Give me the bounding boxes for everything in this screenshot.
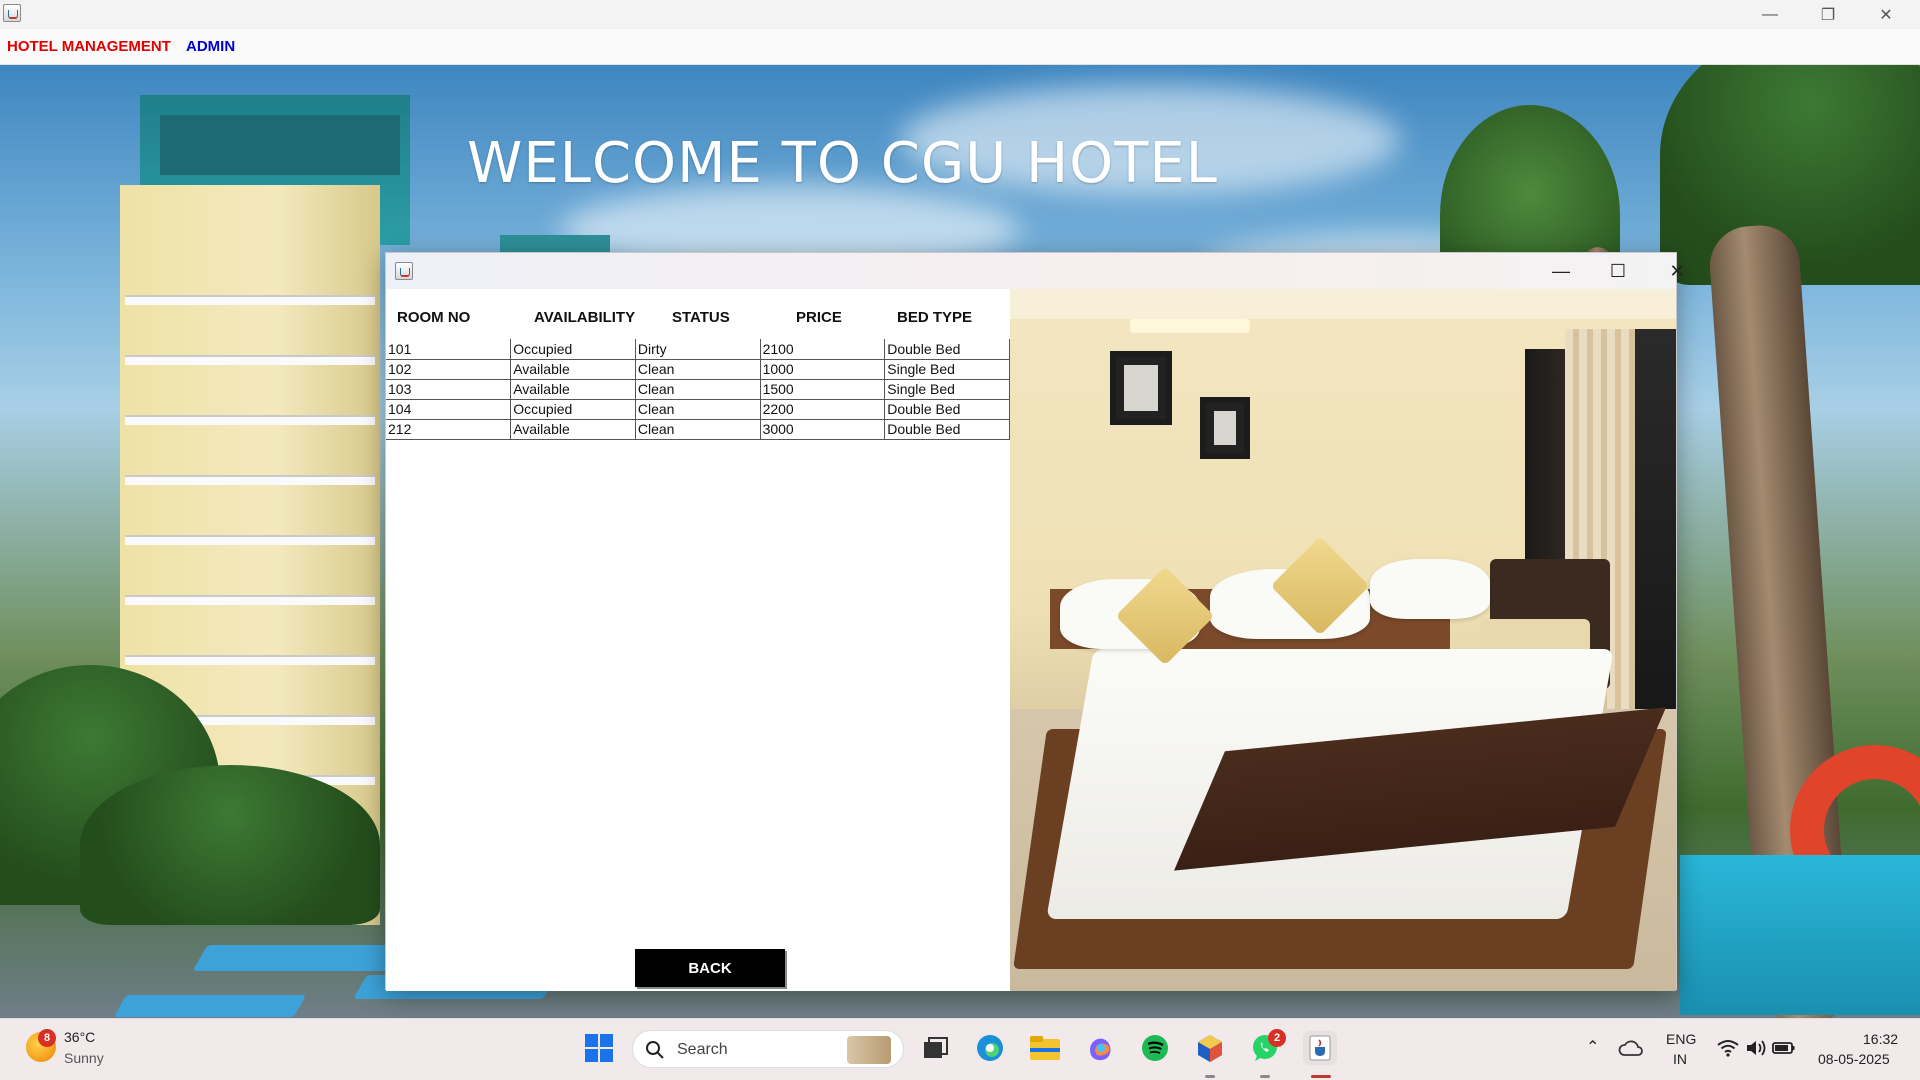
cell-status[interactable]: Clean bbox=[635, 359, 761, 380]
weather-condition[interactable]: Sunny bbox=[64, 1050, 104, 1066]
copilot-icon[interactable] bbox=[1083, 1031, 1117, 1065]
table-row[interactable]: 103 Available Clean 1500 Single Bed bbox=[386, 379, 1010, 400]
taskbar-search-box[interactable]: Search bbox=[632, 1030, 904, 1068]
cell-availability[interactable]: Available bbox=[510, 419, 636, 440]
column-header-availability: AVAILABILITY bbox=[534, 309, 636, 326]
onedrive-icon[interactable] bbox=[1616, 1031, 1646, 1065]
cell-price[interactable]: 3000 bbox=[760, 419, 886, 440]
column-header-price: PRICE bbox=[796, 309, 842, 326]
cell-availability[interactable]: Occupied bbox=[510, 339, 636, 360]
rooms-table-panel: ROOM NO AVAILABILITY STATUS PRICE BED TY… bbox=[386, 289, 1010, 991]
search-icon bbox=[646, 1041, 664, 1059]
cell-bed-type[interactable]: Single Bed bbox=[884, 379, 1010, 400]
back-button[interactable]: BACK bbox=[635, 949, 785, 987]
file-explorer-icon[interactable] bbox=[1028, 1031, 1062, 1065]
menu-admin[interactable]: ADMIN bbox=[186, 38, 235, 55]
cube-app-icon[interactable] bbox=[1193, 1031, 1227, 1065]
cell-bed-type[interactable]: Single Bed bbox=[884, 359, 1010, 380]
battery-icon[interactable] bbox=[1770, 1031, 1798, 1065]
cell-availability[interactable]: Available bbox=[510, 359, 636, 380]
task-view-icon[interactable] bbox=[918, 1031, 952, 1065]
java-app-icon bbox=[395, 262, 413, 280]
close-icon[interactable]: ✕ bbox=[1857, 0, 1915, 29]
edge-browser-icon[interactable] bbox=[973, 1031, 1007, 1065]
windows-start-icon[interactable] bbox=[582, 1031, 616, 1065]
language-line-1[interactable]: ENG bbox=[1666, 1031, 1696, 1047]
table-row[interactable]: 102 Available Clean 1000 Single Bed bbox=[386, 359, 1010, 380]
cell-status[interactable]: Clean bbox=[635, 399, 761, 420]
cell-price[interactable]: 1500 bbox=[760, 379, 886, 400]
room-photo bbox=[1010, 289, 1676, 991]
cell-status[interactable]: Clean bbox=[635, 419, 761, 440]
show-hidden-icons-chevron-icon[interactable]: ⌃ bbox=[1586, 1037, 1599, 1057]
cell-status[interactable]: Dirty bbox=[635, 339, 761, 360]
column-header-room-no: ROOM NO bbox=[397, 309, 471, 326]
spotify-icon[interactable] bbox=[1138, 1031, 1172, 1065]
cell-price[interactable]: 2200 bbox=[760, 399, 886, 420]
cell-room-no[interactable]: 103 bbox=[386, 379, 512, 400]
cell-availability[interactable]: Available bbox=[510, 379, 636, 400]
rooms-dialog: — ☐ ✕ ROOM NO AVAILABILITY STATUS PRICE … bbox=[385, 252, 1685, 991]
maximize-icon[interactable]: ☐ bbox=[1589, 253, 1647, 289]
outer-titlebar: — ❐ ✕ bbox=[0, 0, 1920, 29]
cell-bed-type[interactable]: Double Bed bbox=[884, 339, 1010, 360]
java-taskbar-icon[interactable] bbox=[1303, 1031, 1337, 1065]
cell-room-no[interactable]: 101 bbox=[386, 339, 512, 360]
cell-room-no[interactable]: 104 bbox=[386, 399, 512, 420]
cell-price[interactable]: 1000 bbox=[760, 359, 886, 380]
cell-availability[interactable]: Occupied bbox=[510, 399, 636, 420]
cell-room-no[interactable]: 102 bbox=[386, 359, 512, 380]
search-highlight-icon bbox=[847, 1036, 891, 1064]
language-line-2[interactable]: IN bbox=[1673, 1051, 1687, 1067]
taskbar: 8 36°C Sunny Search 2 ⌃ ENG IN 16:32 08-… bbox=[0, 1018, 1920, 1080]
cell-status[interactable]: Clean bbox=[635, 379, 761, 400]
cell-bed-type[interactable]: Double Bed bbox=[884, 399, 1010, 420]
wifi-icon[interactable] bbox=[1714, 1031, 1742, 1065]
minimize-icon[interactable]: — bbox=[1532, 253, 1590, 289]
dialog-titlebar: — ☐ ✕ bbox=[386, 253, 1685, 289]
cell-room-no[interactable]: 212 bbox=[386, 419, 512, 440]
rooms-table[interactable]: 101 Occupied Dirty 2100 Double Bed 102 Availab… bbox=[386, 339, 1010, 440]
close-icon[interactable]: ✕ bbox=[1648, 253, 1706, 289]
table-row[interactable]: 104 Occupied Clean 2200 Double Bed bbox=[386, 399, 1010, 420]
table-row[interactable]: 101 Occupied Dirty 2100 Double Bed bbox=[386, 339, 1010, 360]
clock-time[interactable]: 16:32 bbox=[1863, 1031, 1898, 1047]
menu-bar: HOTEL MANAGEMENT ADMIN bbox=[0, 29, 1920, 65]
volume-icon[interactable] bbox=[1742, 1031, 1770, 1065]
menu-hotel-management[interactable]: HOTEL MANAGEMENT bbox=[7, 38, 171, 55]
column-header-bed-type: BED TYPE bbox=[897, 309, 973, 326]
cell-price[interactable]: 2100 bbox=[760, 339, 886, 360]
weather-notification-badge: 8 bbox=[38, 1029, 56, 1047]
clock-date[interactable]: 08-05-2025 bbox=[1818, 1051, 1890, 1067]
cell-bed-type[interactable]: Double Bed bbox=[884, 419, 1010, 440]
search-placeholder: Search bbox=[677, 1041, 728, 1058]
column-header-status: STATUS bbox=[672, 309, 730, 326]
whatsapp-notification-badge: 2 bbox=[1268, 1029, 1286, 1047]
java-app-icon bbox=[3, 4, 21, 22]
restore-icon[interactable]: ❐ bbox=[1799, 0, 1857, 29]
table-row[interactable]: 212 Available Clean 3000 Double Bed bbox=[386, 419, 1010, 440]
minimize-icon[interactable]: — bbox=[1741, 0, 1799, 29]
weather-temperature[interactable]: 36°C bbox=[64, 1029, 95, 1045]
welcome-heading: WELCOME TO CGU HOTEL bbox=[467, 131, 1218, 196]
